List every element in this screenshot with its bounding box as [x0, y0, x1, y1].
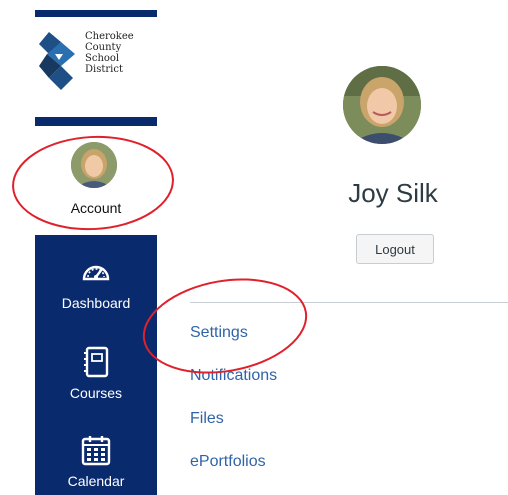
district-name: Cherokee County School District: [85, 31, 157, 75]
page: Cherokee County School District Account: [0, 0, 508, 495]
dashboard-gauge-icon: [82, 265, 110, 281]
global-nav: Cherokee County School District Account: [35, 0, 157, 495]
calendar-icon: [81, 436, 111, 466]
district-name-line: School: [85, 53, 120, 64]
nav-item-courses-label: Courses: [69, 385, 123, 401]
district-logo-icon: [39, 32, 75, 90]
courses-book-icon: [84, 346, 109, 378]
nav-item-calendar-label: Calendar: [67, 473, 125, 489]
nav-top-bar: [35, 10, 157, 17]
profile-avatar: [343, 66, 421, 144]
avatar-photo-icon: [71, 142, 117, 188]
district-name-line: Cherokee: [85, 31, 134, 42]
school-logo[interactable]: Cherokee County School District: [35, 17, 157, 117]
settings-link[interactable]: Settings: [190, 324, 248, 342]
files-link[interactable]: Files: [190, 410, 224, 428]
nav-item-dashboard-label: Dashboard: [61, 295, 131, 311]
district-name-line: County: [85, 42, 122, 53]
nav-menu: Dashboard Courses Calendar: [35, 235, 157, 495]
eportfolios-link[interactable]: ePortfolios: [190, 453, 266, 471]
nav-item-courses[interactable]: Courses: [35, 345, 157, 415]
nav-item-dashboard[interactable]: Dashboard: [35, 255, 157, 325]
nav-item-account[interactable]: Account: [35, 126, 157, 230]
district-name-line: District: [85, 64, 123, 75]
nav-logo-bar: [35, 117, 157, 126]
profile-divider: [190, 302, 508, 303]
logout-button[interactable]: Logout: [356, 234, 434, 264]
profile-photo-icon: [343, 66, 421, 144]
account-avatar: [71, 142, 117, 188]
notifications-link[interactable]: Notifications: [190, 367, 277, 385]
account-label: Account: [70, 200, 122, 216]
nav-item-calendar[interactable]: Calendar: [35, 433, 157, 495]
profile-name: Joy Silk: [348, 178, 438, 208]
